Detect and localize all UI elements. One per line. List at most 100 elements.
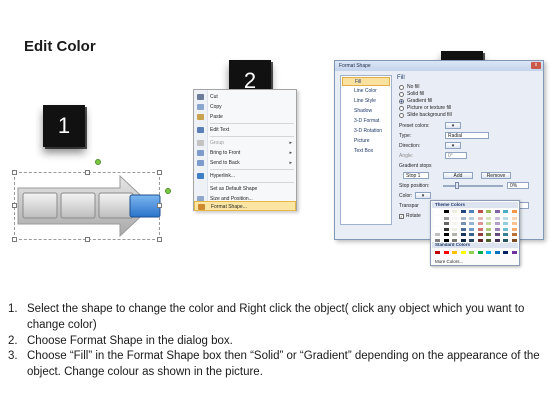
color-swatch[interactable] [485, 209, 492, 214]
selected-arrow-shape[interactable] [12, 159, 171, 242]
menu-item-hyperlink[interactable]: Hyperlink... [194, 171, 296, 181]
resize-handle[interactable] [85, 170, 90, 175]
color-swatch[interactable] [493, 226, 501, 232]
color-swatch[interactable] [434, 215, 441, 221]
color-swatch[interactable] [485, 237, 492, 243]
color-swatch[interactable] [485, 215, 492, 221]
color-swatch[interactable] [476, 237, 484, 243]
menu-item-copy[interactable]: Copy [194, 102, 296, 112]
nav-item-fill[interactable]: Fill [342, 77, 390, 86]
color-swatch[interactable] [502, 221, 509, 227]
color-swatch[interactable] [451, 226, 458, 232]
add-stop-button[interactable]: Add [443, 172, 473, 179]
color-swatch[interactable] [459, 237, 467, 243]
color-swatch[interactable] [442, 250, 450, 255]
color-swatch[interactable] [468, 250, 475, 255]
nav-item-3d-format[interactable]: 3-D Format [342, 117, 390, 126]
nav-item-line-color[interactable]: Line Color [342, 87, 390, 96]
color-swatch[interactable] [476, 215, 484, 221]
color-swatch[interactable] [493, 215, 501, 221]
color-swatch[interactable] [468, 215, 475, 221]
stop-position-field[interactable]: 0% [507, 182, 529, 189]
color-swatch[interactable] [502, 232, 509, 238]
slider-thumb[interactable] [455, 182, 459, 189]
menu-item-bring-to-front[interactable]: Bring to Front ▸ [194, 148, 296, 158]
color-swatch[interactable] [493, 232, 501, 238]
color-swatch[interactable] [442, 215, 450, 221]
color-swatch[interactable] [459, 209, 467, 214]
rotate-with-shape-checkbox[interactable]: ✓ Rotate [399, 213, 421, 219]
color-swatch[interactable] [510, 226, 518, 232]
more-colors-link[interactable]: More Colors... [435, 259, 463, 264]
preset-colors-dropdown[interactable]: ▾ [445, 122, 461, 129]
color-swatch[interactable] [434, 237, 441, 243]
radio-solid-fill[interactable]: Solid fill [399, 91, 424, 97]
color-swatch[interactable] [459, 215, 467, 221]
resize-handle[interactable] [12, 237, 17, 242]
color-swatch[interactable] [510, 221, 518, 227]
color-swatch[interactable] [459, 226, 467, 232]
resize-handle[interactable] [157, 237, 162, 242]
color-swatch[interactable] [485, 232, 492, 238]
remove-stop-button[interactable]: Remove [481, 172, 511, 179]
color-swatch[interactable] [451, 209, 458, 214]
color-swatch[interactable] [493, 221, 501, 227]
color-swatch[interactable] [468, 226, 475, 232]
color-swatch[interactable] [451, 232, 458, 238]
color-swatch[interactable] [502, 215, 509, 221]
color-swatch[interactable] [451, 250, 458, 255]
color-picker-button[interactable]: ▾ [415, 192, 431, 199]
direction-dropdown[interactable]: ▾ [445, 142, 461, 149]
type-select[interactable]: Radial [445, 132, 489, 139]
color-swatch[interactable] [468, 209, 475, 214]
color-swatch[interactable] [502, 237, 509, 243]
radio-slide-background-fill[interactable]: Slide background fill [399, 112, 452, 118]
resize-handle[interactable] [12, 170, 17, 175]
menu-item-set-default-shape[interactable]: Set as Default Shape [194, 184, 296, 194]
color-swatch[interactable] [502, 209, 509, 214]
color-swatch[interactable] [434, 221, 441, 227]
color-swatch[interactable] [502, 226, 509, 232]
close-button[interactable]: x [531, 62, 541, 69]
color-swatch[interactable] [442, 237, 450, 243]
color-swatch[interactable] [451, 215, 458, 221]
color-swatch[interactable] [442, 221, 450, 227]
nav-item-text-box[interactable]: Text Box [342, 147, 390, 156]
color-swatch[interactable] [451, 237, 458, 243]
color-swatch[interactable] [493, 209, 501, 214]
color-swatch[interactable] [476, 209, 484, 214]
color-swatch[interactable] [502, 250, 509, 255]
color-swatch[interactable] [510, 250, 518, 255]
menu-item-cut[interactable]: Cut [194, 92, 296, 102]
color-swatch[interactable] [476, 221, 484, 227]
color-swatch[interactable] [434, 232, 441, 238]
color-swatch[interactable] [510, 232, 518, 238]
resize-handle[interactable] [85, 237, 90, 242]
color-swatch[interactable] [493, 250, 501, 255]
color-swatch[interactable] [485, 221, 492, 227]
stop-select[interactable]: Stop 1 [403, 172, 429, 179]
color-swatch[interactable] [442, 226, 450, 232]
color-swatch[interactable] [459, 250, 467, 255]
color-swatch[interactable] [468, 221, 475, 227]
color-swatch[interactable] [493, 237, 501, 243]
color-swatch[interactable] [451, 221, 458, 227]
radio-gradient-fill[interactable]: Gradient fill [399, 98, 432, 104]
color-swatch[interactable] [476, 226, 484, 232]
resize-handle[interactable] [12, 203, 17, 208]
color-swatch[interactable] [459, 221, 467, 227]
stop-position-slider[interactable] [443, 185, 503, 187]
nav-item-line-style[interactable]: Line Style [342, 97, 390, 106]
menu-item-edit-text[interactable]: Edit Text [194, 125, 296, 135]
color-swatch[interactable] [468, 232, 475, 238]
color-swatch[interactable] [485, 226, 492, 232]
color-swatch[interactable] [442, 232, 450, 238]
color-swatch[interactable] [485, 250, 492, 255]
color-swatch[interactable] [434, 209, 441, 214]
nav-item-picture[interactable]: Picture [342, 137, 390, 146]
color-swatch[interactable] [434, 250, 441, 255]
color-swatch[interactable] [468, 237, 475, 243]
color-swatch[interactable] [510, 215, 518, 221]
rotation-handle[interactable] [95, 159, 101, 165]
menu-item-format-shape[interactable]: Format Shape... [194, 201, 296, 211]
